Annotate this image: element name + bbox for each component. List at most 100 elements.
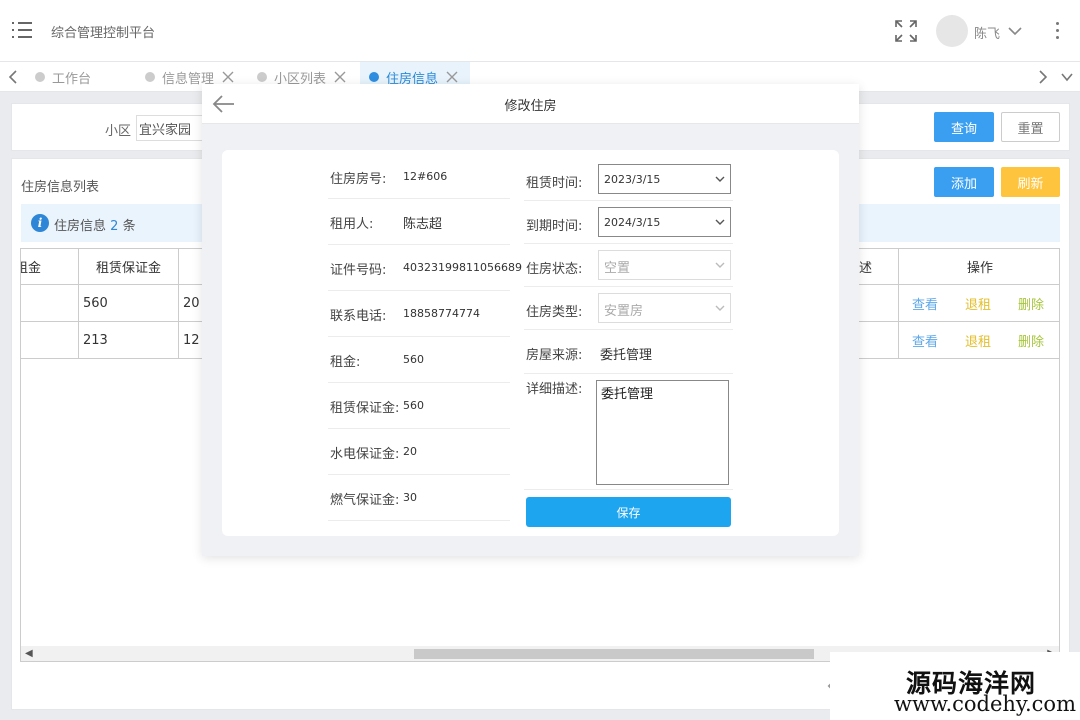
type-label: 住房类型: — [526, 305, 583, 320]
status-select[interactable]: 空置 — [598, 250, 731, 280]
table-row-actions: 查看 退租 删除 — [899, 285, 1059, 322]
top-header: 综合管理控制平台 陈飞 — [0, 0, 1080, 62]
scrollbar-thumb[interactable] — [414, 649, 814, 659]
expire-time-select[interactable]: 2024/3/15 — [598, 207, 731, 237]
tab-scroll-right-icon[interactable] — [1036, 69, 1050, 85]
rent-time-select[interactable]: 2023/3/15 — [598, 164, 731, 194]
form-row-rent-time: 租赁时间: 2023/3/15 — [524, 158, 733, 201]
table-cell: 213 — [79, 322, 179, 359]
close-icon[interactable] — [334, 71, 346, 83]
rent-time-label: 租赁时间: — [526, 176, 583, 191]
tab-dot-icon — [145, 72, 155, 82]
table-cell — [853, 285, 899, 322]
rent-label: 租金: — [330, 355, 361, 370]
water-deposit-value: 20 — [403, 445, 417, 458]
form-row-rent: 租金: 560 — [328, 337, 510, 383]
reset-button[interactable]: 重置 — [1001, 112, 1060, 142]
info-count: 2 — [110, 219, 119, 234]
delete-button[interactable]: 删除 — [1018, 294, 1044, 313]
query-button[interactable]: 查询 — [934, 112, 994, 142]
deposit-value: 560 — [403, 399, 424, 412]
form-row-tenant: 租用人: 陈志超 — [328, 199, 510, 245]
edit-housing-modal: 修改住房 住房房号: 12#606 租用人: 陈志超 证件号码: 4032319… — [202, 84, 859, 556]
modal-form-card: 住房房号: 12#606 租用人: 陈志超 证件号码: 403231998110… — [222, 150, 839, 536]
chevron-down-icon — [715, 262, 725, 268]
fullscreen-icon[interactable] — [894, 19, 918, 43]
column-header-deposit: 租赁保证金 — [79, 249, 179, 285]
source-value: 委托管理 — [600, 348, 653, 363]
refresh-button[interactable]: 刷新 — [1001, 167, 1060, 197]
menu-icon[interactable] — [12, 22, 32, 38]
tenant-label: 租用人: — [330, 217, 374, 232]
info-icon: i — [31, 214, 49, 232]
column-header-rent: 租金 — [21, 249, 79, 285]
id-value: 40323199811056689 — [403, 261, 522, 274]
tab-dot-icon — [369, 72, 379, 82]
more-vertical-icon[interactable] — [1054, 22, 1060, 40]
chevron-down-icon — [715, 219, 725, 225]
view-button[interactable]: 查看 — [912, 331, 938, 350]
room-no-label: 住房房号: — [330, 172, 387, 187]
scroll-left-icon[interactable]: ◀ — [25, 648, 33, 659]
room-no-value: 12#606 — [403, 170, 448, 183]
gas-deposit-label: 燃气保证金: — [330, 493, 400, 508]
gas-deposit-value: 30 — [403, 491, 417, 504]
column-header-actions: 操作 — [899, 249, 1059, 285]
table-row-actions: 查看 退租 删除 — [899, 322, 1059, 359]
phone-label: 联系电话: — [330, 309, 387, 324]
chevron-down-icon — [715, 305, 725, 311]
id-label: 证件号码: — [330, 263, 387, 278]
phone-value: 18858774774 — [403, 307, 480, 320]
user-name[interactable]: 陈飞 — [974, 23, 1000, 42]
deposit-label: 租赁保证金: — [330, 401, 400, 416]
form-row-type: 住房类型: 安置房 — [524, 287, 733, 330]
list-title: 住房信息列表 — [21, 180, 100, 195]
tab-menu-chevron-icon[interactable] — [1060, 69, 1074, 85]
form-row-gas-deposit: 燃气保证金: 30 — [328, 475, 510, 521]
water-deposit-label: 水电保证金: — [330, 447, 400, 462]
form-row-description: 详细描述: 委托管理 — [524, 374, 733, 490]
add-button[interactable]: 添加 — [934, 167, 994, 197]
status-label: 住房状态: — [526, 262, 583, 277]
form-row-room-no: 住房房号: 12#606 — [328, 154, 510, 199]
tab-dot-icon — [257, 72, 267, 82]
form-row-status: 住房状态: 空置 — [524, 244, 733, 287]
form-row-phone: 联系电话: 18858774774 — [328, 291, 510, 337]
table-cell — [853, 322, 899, 359]
modal-title: 修改住房 — [504, 99, 557, 114]
table-cell — [21, 285, 79, 322]
type-select[interactable]: 安置房 — [598, 293, 731, 323]
app-title: 综合管理控制平台 — [51, 26, 156, 41]
form-row-id: 证件号码: 40323199811056689 — [328, 245, 522, 291]
return-rent-button[interactable]: 退租 — [965, 294, 991, 313]
tab-scroll-left-icon[interactable] — [6, 69, 20, 85]
source-label: 房屋来源: — [526, 348, 583, 363]
rent-value: 560 — [403, 353, 424, 366]
chevron-down-icon[interactable] — [1008, 24, 1022, 38]
info-unit: 条 — [122, 219, 136, 234]
rent-time-value: 2023/3/15 — [604, 173, 661, 186]
form-row-expire-time: 到期时间: 2024/3/15 — [524, 201, 733, 244]
expire-time-label: 到期时间: — [526, 219, 583, 234]
column-header-description: 述 — [853, 249, 899, 285]
table-cell — [21, 322, 79, 359]
avatar[interactable] — [936, 15, 968, 47]
tab-workbench[interactable]: 工作台 — [35, 62, 91, 92]
close-icon[interactable] — [446, 71, 458, 83]
type-value: 安置房 — [604, 304, 644, 319]
community-label: 小区 — [105, 124, 132, 139]
description-label: 详细描述: — [526, 382, 583, 397]
close-icon[interactable] — [222, 71, 234, 83]
form-row-deposit: 租赁保证金: 560 — [328, 383, 510, 429]
delete-button[interactable]: 删除 — [1018, 331, 1044, 350]
watermark: 源码海洋网 www.codehy.com — [830, 652, 1080, 720]
return-rent-button[interactable]: 退租 — [965, 331, 991, 350]
form-row-source: 房屋来源: 委托管理 — [524, 330, 733, 374]
view-button[interactable]: 查看 — [912, 294, 938, 313]
form-row-water-deposit: 水电保证金: 20 — [328, 429, 510, 475]
info-text: 住房信息 2 条 — [54, 215, 136, 234]
watermark-url: www.codehy.com — [894, 692, 1076, 716]
save-button[interactable]: 保存 — [526, 497, 731, 527]
description-textarea[interactable]: 委托管理 — [596, 380, 729, 485]
expire-time-value: 2024/3/15 — [604, 216, 661, 229]
